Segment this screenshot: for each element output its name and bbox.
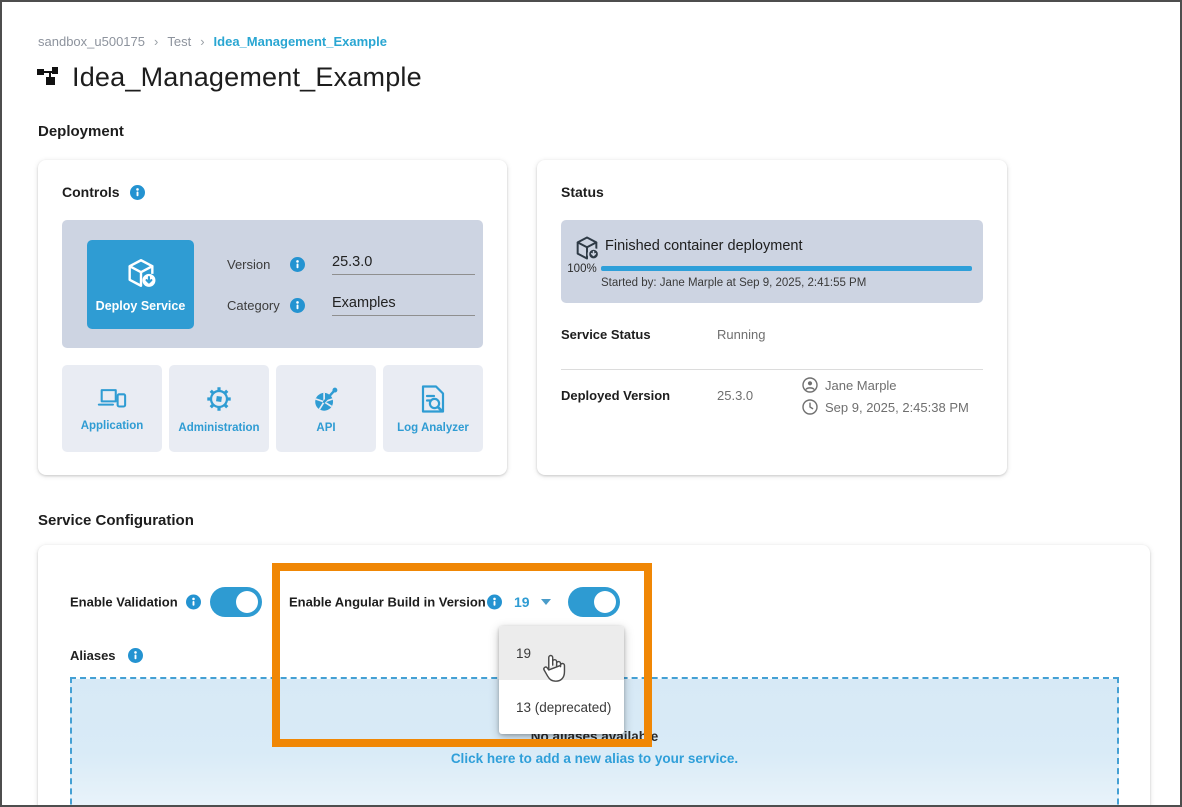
controls-heading: Controls xyxy=(62,184,120,200)
application-button[interactable]: Application xyxy=(62,365,162,452)
breadcrumb-separator: › xyxy=(154,34,159,49)
status-card: Status Finished container deployment 100… xyxy=(537,160,1007,475)
container-deployed-icon xyxy=(576,236,600,261)
angular-build-label: Enable Angular Build in Version xyxy=(289,594,486,610)
service-status-label: Service Status xyxy=(561,327,651,342)
user-icon xyxy=(802,377,818,393)
deployed-version-value: 25.3.0 xyxy=(717,388,754,403)
breadcrumb-item-current[interactable]: Idea_Management_Example xyxy=(214,34,387,49)
deployed-at-time: Sep 9, 2025, 2:45:38 PM xyxy=(825,399,969,415)
category-field[interactable]: Examples xyxy=(332,295,475,316)
aliases-info-icon[interactable] xyxy=(127,648,143,663)
deployment-section-heading: Deployment xyxy=(38,123,124,140)
version-field[interactable]: 25.3.0 xyxy=(332,254,475,275)
status-heading: Status xyxy=(561,184,604,200)
breadcrumb-item-test[interactable]: Test xyxy=(167,34,191,49)
log-analyzer-icon xyxy=(421,384,445,413)
application-devices-icon xyxy=(97,388,127,408)
enable-validation-info-icon[interactable] xyxy=(186,594,201,610)
administration-button[interactable]: Administration xyxy=(169,365,269,452)
api-gauge-icon xyxy=(315,387,338,411)
log-analyzer-label: Log Analyzer xyxy=(397,421,469,434)
deploy-panel: Deploy Service Version 25.3.0 Category E… xyxy=(62,220,483,348)
aliases-label: Aliases xyxy=(70,648,116,663)
enable-validation-toggle[interactable] xyxy=(210,587,262,617)
deployed-version-label: Deployed Version xyxy=(561,388,671,403)
deployed-by-user: Jane Marple xyxy=(825,377,897,393)
category-info-icon[interactable] xyxy=(290,297,305,313)
add-alias-link[interactable]: Click here to add a new alias to your se… xyxy=(451,751,738,766)
version-info-icon[interactable] xyxy=(290,256,305,272)
breadcrumb-separator: › xyxy=(200,34,205,49)
api-button[interactable]: API xyxy=(276,365,376,452)
deploy-package-icon xyxy=(127,259,155,287)
controls-info-icon[interactable] xyxy=(129,184,145,200)
started-by-text: Started by: Jane Marple at Sep 9, 2025, … xyxy=(601,277,867,289)
clock-icon xyxy=(802,399,818,415)
angular-version-dropdown: 19 13 (deprecated) xyxy=(499,626,624,734)
category-label: Category xyxy=(227,297,280,313)
chevron-down-icon[interactable] xyxy=(541,599,551,605)
progress-percent: 100% xyxy=(567,263,597,275)
service-hierarchy-icon xyxy=(36,63,60,92)
progress-bar xyxy=(601,266,972,271)
controls-card: Controls Deploy Service Version 25.3.0 C… xyxy=(38,160,507,475)
angular-build-toggle[interactable] xyxy=(568,587,620,617)
api-label: API xyxy=(316,421,336,434)
version-label: Version xyxy=(227,256,271,272)
angular-build-info-icon[interactable] xyxy=(487,594,502,610)
deploy-service-label: Deploy Service xyxy=(95,299,186,313)
administration-gear-icon xyxy=(207,386,231,411)
log-analyzer-button[interactable]: Log Analyzer xyxy=(383,365,483,452)
service-configuration-heading: Service Configuration xyxy=(38,512,194,529)
deploy-service-button[interactable]: Deploy Service xyxy=(87,240,194,329)
deployment-status-panel: Finished container deployment 100% Start… xyxy=(561,220,983,303)
administration-label: Administration xyxy=(178,421,260,434)
breadcrumb-item-sandbox[interactable]: sandbox_u500175 xyxy=(38,34,145,49)
dropdown-option-19[interactable]: 19 xyxy=(499,626,624,680)
application-label: Application xyxy=(80,419,144,432)
deployment-status-message: Finished container deployment xyxy=(605,238,803,254)
app-window: sandbox_u500175 › Test › Idea_Management… xyxy=(0,0,1182,807)
dropdown-option-13-deprecated[interactable]: 13 (deprecated) xyxy=(499,680,624,734)
breadcrumb: sandbox_u500175 › Test › Idea_Management… xyxy=(38,34,387,49)
angular-version-select[interactable]: 19 xyxy=(514,594,530,610)
page-title: Idea_Management_Example xyxy=(72,62,422,92)
enable-validation-label: Enable Validation xyxy=(70,594,178,610)
page-title-row: Idea_Management_Example xyxy=(36,62,422,93)
service-status-value: Running xyxy=(717,327,766,342)
divider xyxy=(561,369,983,370)
